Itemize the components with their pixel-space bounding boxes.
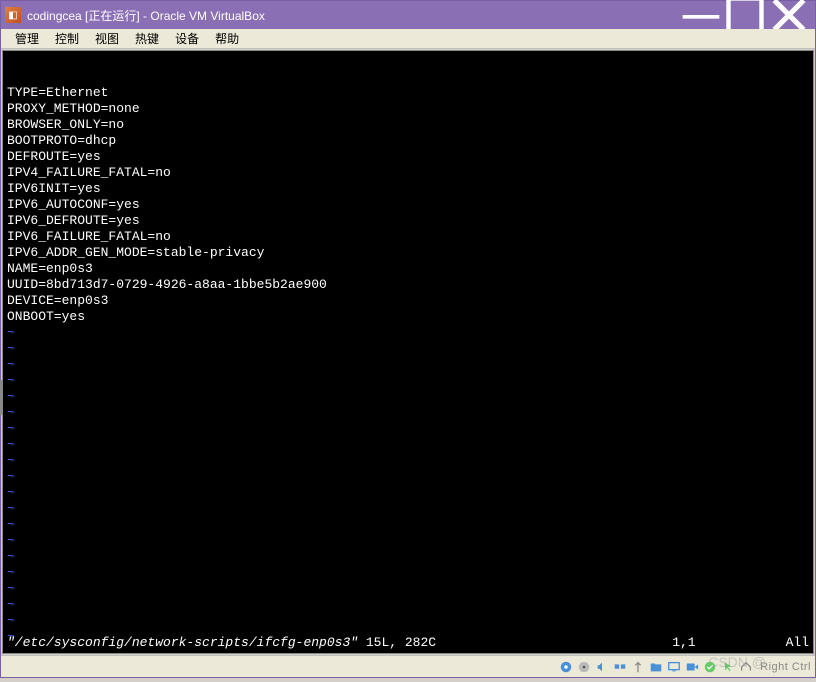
vim-empty-line: ~ xyxy=(7,421,809,437)
maximize-button[interactable] xyxy=(723,1,767,29)
menu-devices[interactable]: 设备 xyxy=(167,29,207,48)
vim-empty-line: ~ xyxy=(7,469,809,485)
vim-empty-line: ~ xyxy=(7,501,809,517)
vim-empty-line: ~ xyxy=(7,565,809,581)
menu-bar: 管理 控制 视图 热键 设备 帮助 xyxy=(1,29,815,49)
vm-window: ◧ codingcea [正在运行] - Oracle VM VirtualBo… xyxy=(0,0,816,678)
host-key-label: Right Ctrl xyxy=(760,661,811,673)
terminal-content: TYPE=EthernetPROXY_METHOD=noneBROWSER_ON… xyxy=(7,85,809,645)
vm-status-bar: Right Ctrl xyxy=(1,655,815,677)
vim-empty-line: ~ xyxy=(7,373,809,389)
terminal-line: IPV6INIT=yes xyxy=(7,181,809,197)
title-bar[interactable]: ◧ codingcea [正在运行] - Oracle VM VirtualBo… xyxy=(1,1,815,29)
vim-cursor-pos: 1,1 xyxy=(672,635,695,651)
keyboard-capture-icon[interactable] xyxy=(738,659,754,675)
terminal-line: IPV6_AUTOCONF=yes xyxy=(7,197,809,213)
app-icon: ◧ xyxy=(5,7,21,23)
shared-folders-icon[interactable] xyxy=(648,659,664,675)
hard-disk-icon[interactable] xyxy=(558,659,574,675)
vim-filename: "/etc/sysconfig/network-scripts/ifcfg-en… xyxy=(7,635,358,651)
vim-empty-line: ~ xyxy=(7,597,809,613)
terminal-line: BROWSER_ONLY=no xyxy=(7,117,809,133)
vim-status-line: "/etc/sysconfig/network-scripts/ifcfg-en… xyxy=(7,635,809,651)
terminal-line: TYPE=Ethernet xyxy=(7,85,809,101)
usb-icon[interactable] xyxy=(630,659,646,675)
terminal-line: ONBOOT=yes xyxy=(7,309,809,325)
vim-empty-line: ~ xyxy=(7,517,809,533)
vim-empty-line: ~ xyxy=(7,485,809,501)
display-icon[interactable] xyxy=(666,659,682,675)
vim-empty-line: ~ xyxy=(7,405,809,421)
minimize-button[interactable] xyxy=(679,1,723,29)
optical-drive-icon[interactable] xyxy=(576,659,592,675)
recording-icon[interactable] xyxy=(684,659,700,675)
menu-control[interactable]: 控制 xyxy=(47,29,87,48)
terminal-line: IPV6_FAILURE_FATAL=no xyxy=(7,229,809,245)
vim-file-info: 15L, 282C xyxy=(358,635,436,651)
vim-scroll-pos: All xyxy=(786,635,809,651)
terminal-line: DEFROUTE=yes xyxy=(7,149,809,165)
terminal-line: DEVICE=enp0s3 xyxy=(7,293,809,309)
terminal-line: PROXY_METHOD=none xyxy=(7,101,809,117)
terminal-line: IPV4_FAILURE_FATAL=no xyxy=(7,165,809,181)
vim-empty-line: ~ xyxy=(7,533,809,549)
close-button[interactable] xyxy=(767,1,811,29)
audio-icon[interactable] xyxy=(594,659,610,675)
menu-hotkeys[interactable]: 热键 xyxy=(127,29,167,48)
menu-help[interactable]: 帮助 xyxy=(207,29,247,48)
vim-empty-line: ~ xyxy=(7,357,809,373)
window-title: codingcea [正在运行] - Oracle VM VirtualBox xyxy=(27,7,679,24)
terminal[interactable]: TYPE=EthernetPROXY_METHOD=noneBROWSER_ON… xyxy=(2,50,814,654)
guest-additions-icon[interactable] xyxy=(702,659,718,675)
menu-view[interactable]: 视图 xyxy=(87,29,127,48)
vim-empty-line: ~ xyxy=(7,549,809,565)
vim-empty-line: ~ xyxy=(7,325,809,341)
vim-empty-line: ~ xyxy=(7,341,809,357)
menu-manage[interactable]: 管理 xyxy=(7,29,47,48)
terminal-line: IPV6_ADDR_GEN_MODE=stable-privacy xyxy=(7,245,809,261)
mouse-integration-icon[interactable] xyxy=(720,659,736,675)
terminal-line: UUID=8bd713d7-0729-4926-a8aa-1bbe5b2ae90… xyxy=(7,277,809,293)
vim-empty-line: ~ xyxy=(7,453,809,469)
terminal-line: IPV6_DEFROUTE=yes xyxy=(7,213,809,229)
terminal-line: BOOTPROTO=dhcp xyxy=(7,133,809,149)
network-icon[interactable] xyxy=(612,659,628,675)
terminal-line: NAME=enp0s3 xyxy=(7,261,809,277)
vim-empty-line: ~ xyxy=(7,389,809,405)
vim-empty-line: ~ xyxy=(7,437,809,453)
vim-empty-line: ~ xyxy=(7,581,809,597)
vim-empty-line: ~ xyxy=(7,613,809,629)
